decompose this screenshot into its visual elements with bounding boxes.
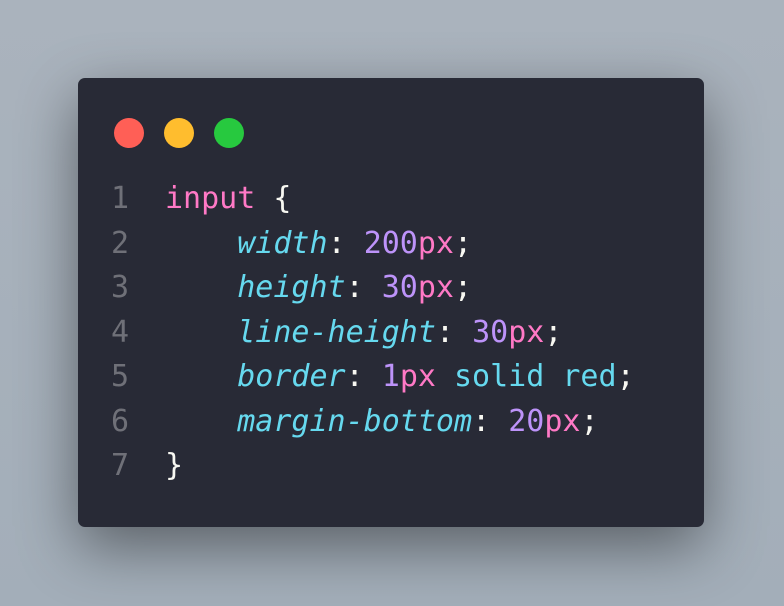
unit: px xyxy=(417,270,454,305)
line-number: 7 xyxy=(111,448,130,483)
unit: px xyxy=(399,359,436,394)
open-brace: { xyxy=(273,181,292,216)
code-line: 3 height: 30px; xyxy=(111,266,635,311)
number: 30 xyxy=(472,314,509,350)
property: height xyxy=(237,270,346,305)
property: line-height xyxy=(237,314,436,350)
value: solid red xyxy=(435,359,617,394)
number: 200 xyxy=(363,225,418,261)
code-line: 1 input { xyxy=(111,177,635,222)
line-number: 2 xyxy=(111,225,130,261)
property: width xyxy=(237,225,328,261)
line-number: 6 xyxy=(111,403,130,439)
number: 20 xyxy=(508,403,545,439)
code-line: 2 width: 200px; xyxy=(111,222,635,267)
close-brace: } xyxy=(165,448,184,483)
number: 1 xyxy=(381,359,400,394)
minimize-dot-icon xyxy=(164,118,194,148)
maximize-dot-icon xyxy=(214,118,244,148)
code-line: 5 border: 1px solid red; xyxy=(111,355,635,400)
line-number: 1 xyxy=(111,181,130,216)
unit: px xyxy=(544,403,581,439)
code-line: 7} xyxy=(111,444,635,489)
unit: px xyxy=(417,225,454,261)
property: border xyxy=(237,359,346,394)
line-number: 3 xyxy=(111,270,130,305)
close-dot-icon xyxy=(114,118,144,148)
code-line: 6 margin-bottom: 20px; xyxy=(111,400,635,445)
selector: input xyxy=(165,181,256,216)
unit: px xyxy=(508,314,545,350)
line-number: 5 xyxy=(111,359,130,394)
line-number: 4 xyxy=(111,314,130,350)
code-block: 1 input {2 width: 200px; 3 height: 30px; 4 … xyxy=(111,177,635,489)
code-window: 1 input {2 width: 200px; 3 height: 30px; 4 … xyxy=(78,78,704,527)
property: margin-bottom xyxy=(237,403,473,439)
code-line: 4 line-height: 30px; xyxy=(111,311,635,356)
number: 30 xyxy=(381,270,418,305)
